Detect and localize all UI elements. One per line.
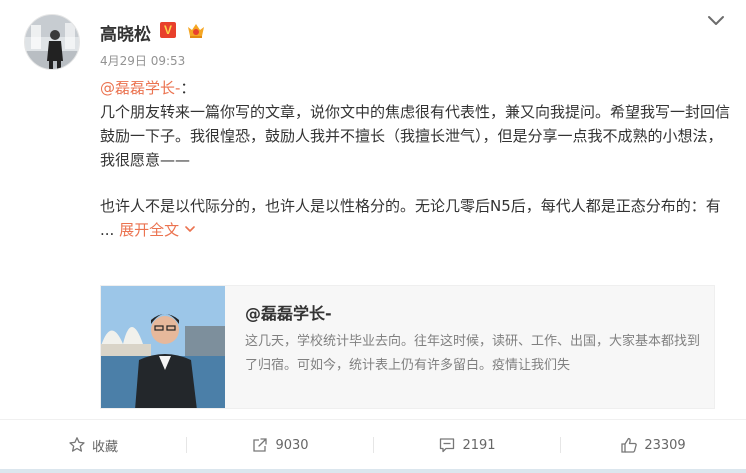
expand-full-text-link[interactable]: 展开全文: [119, 221, 195, 239]
expand-chevron-icon: [185, 226, 195, 232]
post-content: @磊磊学长-： 几个朋友转来一篇你写的文章，说你文中的焦虑很有代表性，兼又向我提…: [100, 76, 730, 242]
mention-link[interactable]: @磊磊学长-: [100, 79, 180, 97]
favorite-button[interactable]: 收藏: [0, 420, 186, 470]
favorite-label: 收藏: [91, 439, 118, 455]
action-bar: 收藏 9030 2191 23309: [0, 419, 746, 469]
share-icon: [253, 438, 268, 452]
like-count: 23309: [644, 437, 686, 453]
article-title: @磊磊学长-: [245, 304, 332, 323]
level-crown-icon: [188, 24, 204, 38]
author-avatar[interactable]: [24, 14, 80, 70]
post-paragraph-1: 几个朋友转来一篇你写的文章，说你文中的焦虑很有代表性，兼又向我提问。希望我写一封…: [100, 103, 731, 169]
mention-suffix: ：: [180, 79, 196, 97]
like-button[interactable]: 23309: [560, 420, 746, 470]
article-description: 这几天，学校统计毕业去向。往年这时候，读研、工作、出国，大家基本都找到了归宿。可…: [245, 334, 701, 373]
comment-button[interactable]: 2191: [374, 420, 560, 470]
repost-button[interactable]: 9030: [187, 420, 373, 470]
avatar-image: [25, 15, 79, 69]
post-paragraph-2-line: 也许人不是以代际分的，也许人是以性格分的。无论几零后N5后，每代人都是正态分布的…: [100, 194, 730, 242]
comment-count: 2191: [462, 437, 496, 453]
weibo-post-card: 高晓松 V 4月29日 09:53 @磊磊学长-： 几个朋友转来一篇你写的文章，…: [0, 0, 746, 473]
article-thumbnail-image: [101, 286, 225, 408]
vip-badge: V: [160, 22, 176, 38]
article-thumbnail: [101, 286, 225, 408]
mention-line: @磊磊学长-：: [100, 76, 730, 100]
star-icon: [69, 437, 85, 452]
comment-icon: [440, 438, 455, 453]
post-timestamp[interactable]: 4月29日 09:53: [100, 52, 185, 69]
author-name[interactable]: 高晓松: [100, 20, 151, 45]
thumbs-up-icon: [621, 437, 638, 453]
repost-count: 9030: [275, 437, 309, 453]
bottom-divider: [0, 469, 746, 473]
expand-label: 展开全文: [119, 221, 180, 239]
chevron-down-icon[interactable]: [706, 14, 726, 28]
article-link-card[interactable]: @磊磊学长- 这几天，学校统计毕业去向。往年这时候，读研、工作、出国，大家基本都…: [100, 285, 715, 409]
